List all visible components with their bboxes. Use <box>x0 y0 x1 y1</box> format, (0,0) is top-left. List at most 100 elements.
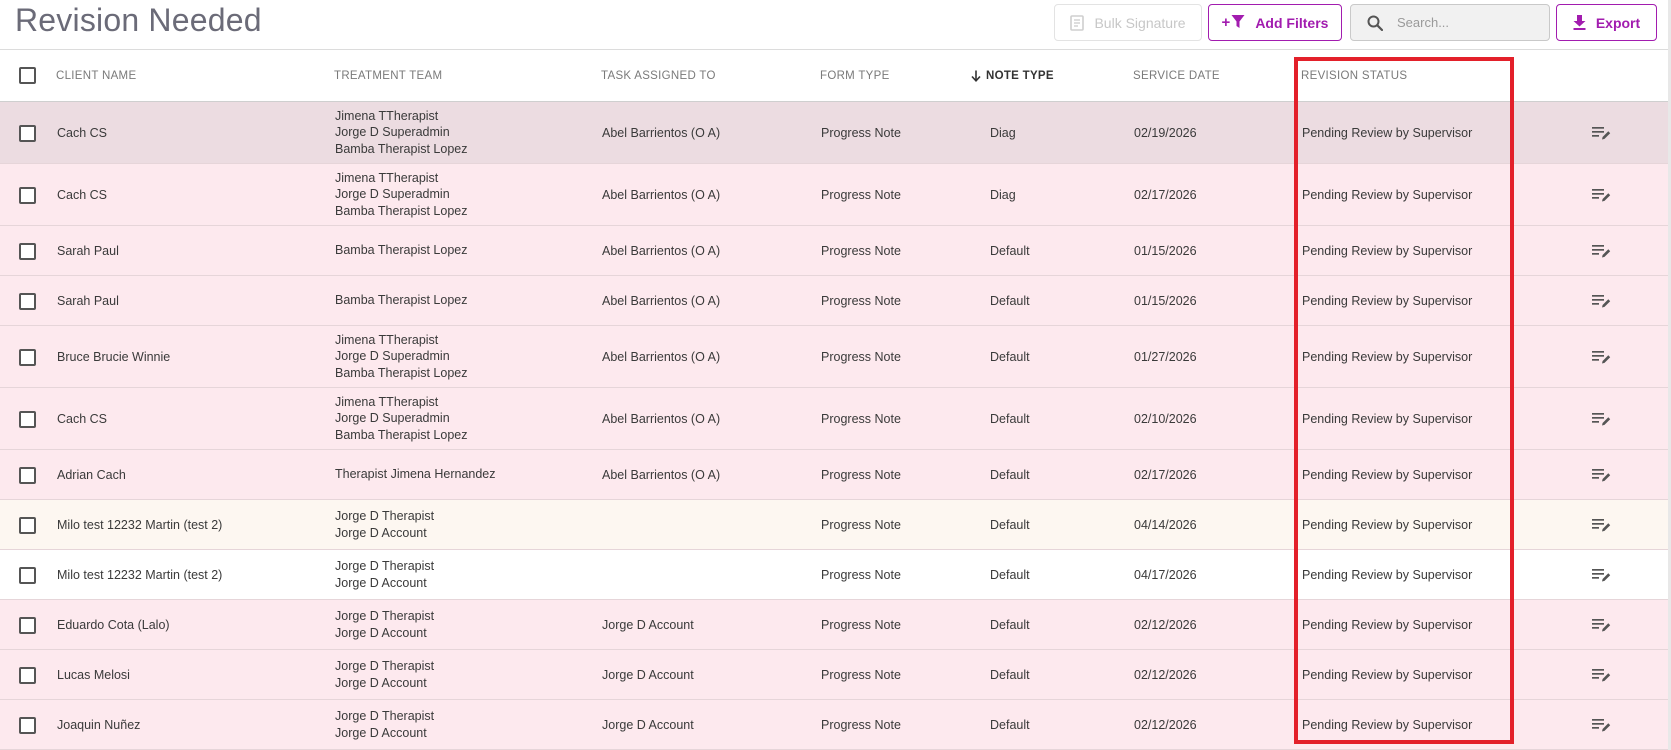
export-button[interactable]: Export <box>1556 4 1657 41</box>
treatment-team-cell: Jorge D Therapist Jorge D Account <box>335 550 434 599</box>
client-name-cell[interactable]: Eduardo Cota (Lalo) <box>57 600 170 649</box>
column-header-client-name[interactable]: CLIENT NAME <box>56 50 136 102</box>
client-name-cell[interactable]: Cach CS <box>57 388 107 449</box>
treatment-team-member: Jorge D Therapist <box>335 609 435 623</box>
column-header-treatment-team[interactable]: TREATMENT TEAM <box>334 50 442 102</box>
search-input[interactable] <box>1397 15 1537 30</box>
edit-note-icon[interactable] <box>1592 500 1611 549</box>
treatment-team-member: Jorge D Therapist <box>335 709 435 723</box>
edit-note-icon[interactable] <box>1592 550 1611 599</box>
client-name-cell[interactable]: Sarah Paul <box>57 226 119 275</box>
select-all-checkbox[interactable] <box>19 67 36 84</box>
column-header-note-type[interactable]: NOTE TYPE <box>971 50 1054 102</box>
table-row[interactable]: Sarah Paul Bamba Therapist Lopez Abel Barr… <box>0 226 1671 276</box>
treatment-team-member: Bamba Therapist Lopez <box>335 243 468 258</box>
row-checkbox[interactable] <box>19 466 36 484</box>
treatment-team-member: Jorge D Therapist <box>335 509 435 523</box>
treatment-team-member: Jorge D Account <box>335 525 427 540</box>
table-row[interactable]: Cach CS Jimena TTherapist Jorge D Superadm… <box>0 102 1671 164</box>
row-checkbox[interactable] <box>19 124 36 142</box>
treatment-team-cell: Bamba Therapist Lopez <box>335 276 468 325</box>
table-row[interactable]: Lucas Melosi Jorge D Therapist Jorge D Acc… <box>0 650 1671 700</box>
form-type-cell: Progress Note <box>821 667 901 682</box>
edit-note-icon[interactable] <box>1592 450 1611 499</box>
edit-note-icon[interactable] <box>1592 326 1611 387</box>
task-assigned-to-cell: Jorge D Account <box>602 617 694 632</box>
edit-note-icon[interactable] <box>1592 276 1611 325</box>
row-checkbox[interactable] <box>19 410 36 428</box>
row-checkbox[interactable] <box>19 666 36 684</box>
edit-note-icon[interactable] <box>1592 700 1611 749</box>
row-checkbox[interactable] <box>19 516 36 534</box>
form-type-cell: Progress Note <box>821 349 901 364</box>
edit-note-icon[interactable] <box>1592 600 1611 649</box>
table-row[interactable]: Sarah Paul Bamba Therapist Lopez Abel Barr… <box>0 276 1671 326</box>
row-checkbox[interactable] <box>19 616 36 634</box>
client-name-cell[interactable]: Joaquin Nuñez <box>57 700 140 749</box>
note-type-cell: Diag <box>990 187 1016 202</box>
row-checkbox[interactable] <box>19 292 36 310</box>
client-name-cell[interactable]: Sarah Paul <box>57 276 119 325</box>
service-date-cell: 02/12/2026 <box>1134 717 1197 732</box>
row-checkbox[interactable] <box>19 716 36 734</box>
table-row[interactable]: Bruce Brucie Winnie Jimena TTherapist Jorg… <box>0 326 1671 388</box>
table-row[interactable]: Milo test 12232 Martin (test 2) Jorge D T… <box>0 500 1671 550</box>
treatment-team-member: Jimena TTherapist <box>335 394 439 409</box>
treatment-team-member: Jorge D Superadmin <box>335 411 450 426</box>
task-assigned-to-cell: Abel Barrientos (O A) <box>602 467 721 482</box>
client-name-cell[interactable]: Milo test 12232 Martin (test 2) <box>57 500 222 549</box>
revision-status-cell: Pending Review by Supervisor <box>1302 125 1473 140</box>
treatment-team-member: Therapist Jimena Hernandez <box>335 467 496 482</box>
edit-note-icon[interactable] <box>1592 388 1611 449</box>
service-date-cell: 04/14/2026 <box>1134 517 1197 532</box>
treatment-team-member: Jorge D Therapist <box>335 559 435 573</box>
column-header-task-assigned-to[interactable]: TASK ASSIGNED TO <box>601 50 716 102</box>
add-filter-icon: + <box>1222 14 1246 31</box>
row-checkbox[interactable] <box>19 566 36 584</box>
form-type-cell: Progress Note <box>821 617 901 632</box>
table-row[interactable]: Cach CS Jimena TTherapist Jorge D Superadm… <box>0 388 1671 450</box>
edit-note-icon[interactable] <box>1592 650 1611 699</box>
treatment-team-member: Jimena TTherapist <box>335 170 439 185</box>
edit-note-icon[interactable] <box>1592 102 1611 163</box>
treatment-team-member: Jorge D Account <box>335 625 427 640</box>
note-type-cell: Default <box>990 293 1030 308</box>
client-name-cell[interactable]: Cach CS <box>57 164 107 225</box>
treatment-team-member: Jorge D Account <box>335 725 427 740</box>
task-assigned-to-cell: Abel Barrientos (O A) <box>602 411 721 426</box>
table-row[interactable]: Adrian Cach Therapist Jimena Hernandez Abe… <box>0 450 1671 500</box>
client-name-cell[interactable]: Bruce Brucie Winnie <box>57 326 170 387</box>
service-date-cell: 02/10/2026 <box>1134 411 1197 426</box>
task-assigned-to-cell: Abel Barrientos (O A) <box>602 243 721 258</box>
task-assigned-to-cell: Jorge D Account <box>602 667 694 682</box>
edit-note-icon[interactable] <box>1592 164 1611 225</box>
note-type-cell: Default <box>990 567 1030 582</box>
client-name-cell[interactable]: Milo test 12232 Martin (test 2) <box>57 550 222 599</box>
task-assigned-to-cell: Jorge D Account <box>602 717 694 732</box>
treatment-team-member: Jorge D Account <box>335 575 427 590</box>
table-header: CLIENT NAME TREATMENT TEAM TASK ASSIGNED… <box>0 50 1671 102</box>
row-checkbox[interactable] <box>19 186 36 204</box>
revision-status-cell: Pending Review by Supervisor <box>1302 517 1473 532</box>
table-row[interactable]: Eduardo Cota (Lalo) Jorge D Therapist Jorg… <box>0 600 1671 650</box>
table-row[interactable]: Cach CS Jimena TTherapist Jorge D Superadm… <box>0 164 1671 226</box>
treatment-team-cell: Bamba Therapist Lopez <box>335 226 468 275</box>
column-header-revision-status[interactable]: REVISION STATUS <box>1301 50 1407 102</box>
add-filters-button[interactable]: + Add Filters <box>1208 4 1342 41</box>
note-type-cell: Default <box>990 349 1030 364</box>
table-row[interactable]: Milo test 12232 Martin (test 2) Jorge D T… <box>0 550 1671 600</box>
table-row[interactable]: Joaquin Nuñez Jorge D Therapist Jorge D Ac… <box>0 700 1671 750</box>
row-checkbox[interactable] <box>19 242 36 260</box>
form-type-cell: Progress Note <box>821 467 901 482</box>
search-box[interactable] <box>1350 4 1550 41</box>
bulk-signature-button[interactable]: Bulk Signature <box>1054 4 1202 41</box>
column-header-form-type[interactable]: FORM TYPE <box>820 50 890 102</box>
column-header-service-date[interactable]: SERVICE DATE <box>1133 50 1220 102</box>
edit-note-icon[interactable] <box>1592 226 1611 275</box>
service-date-cell: 02/19/2026 <box>1134 125 1197 140</box>
client-name-cell[interactable]: Lucas Melosi <box>57 650 130 699</box>
client-name-cell[interactable]: Cach CS <box>57 102 107 163</box>
row-checkbox[interactable] <box>19 348 36 366</box>
form-type-cell: Progress Note <box>821 717 901 732</box>
client-name-cell[interactable]: Adrian Cach <box>57 450 126 499</box>
